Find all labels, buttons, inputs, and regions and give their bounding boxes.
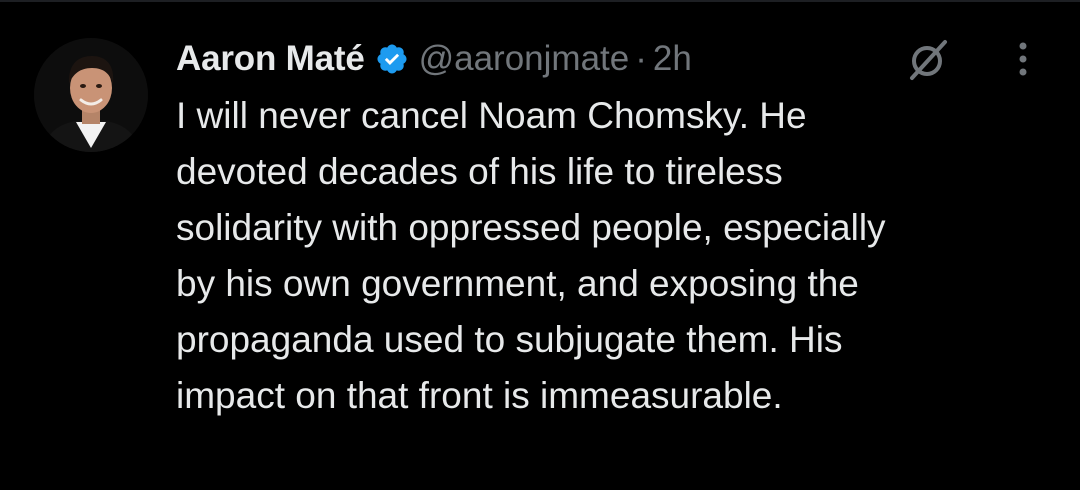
separator-dot: ·	[635, 39, 647, 78]
avatar[interactable]	[34, 38, 148, 152]
tweet-text-line: by his own government, and exposing the	[176, 263, 859, 304]
display-name[interactable]: Aaron Maté	[176, 39, 365, 79]
verified-badge-icon[interactable]	[375, 42, 409, 76]
tweet-header: Aaron Maté @aaronjmate · 2h	[176, 34, 692, 84]
tweet-text-line: solidarity with oppressed people, especi…	[176, 207, 886, 248]
tweet-text-line: I will never cancel Noam Chomsky. He	[176, 95, 807, 136]
tweet-text: I will never cancel Noam Chomsky. He dev…	[176, 88, 1056, 424]
tweet-text-line: devoted decades of his life to tireless	[176, 151, 783, 192]
tweet-text-line: impact on that front is immeasurable.	[176, 375, 783, 416]
timestamp[interactable]: 2h	[653, 39, 692, 79]
tweet-card[interactable]: Aaron Maté @aaronjmate · 2h I will never…	[0, 0, 1080, 490]
grok-icon[interactable]	[904, 36, 952, 84]
tweet-text-line: propaganda used to subjugate them. His	[176, 319, 843, 360]
more-vertical-icon[interactable]	[1006, 40, 1040, 80]
author-handle[interactable]: @aaronjmate	[419, 39, 630, 79]
